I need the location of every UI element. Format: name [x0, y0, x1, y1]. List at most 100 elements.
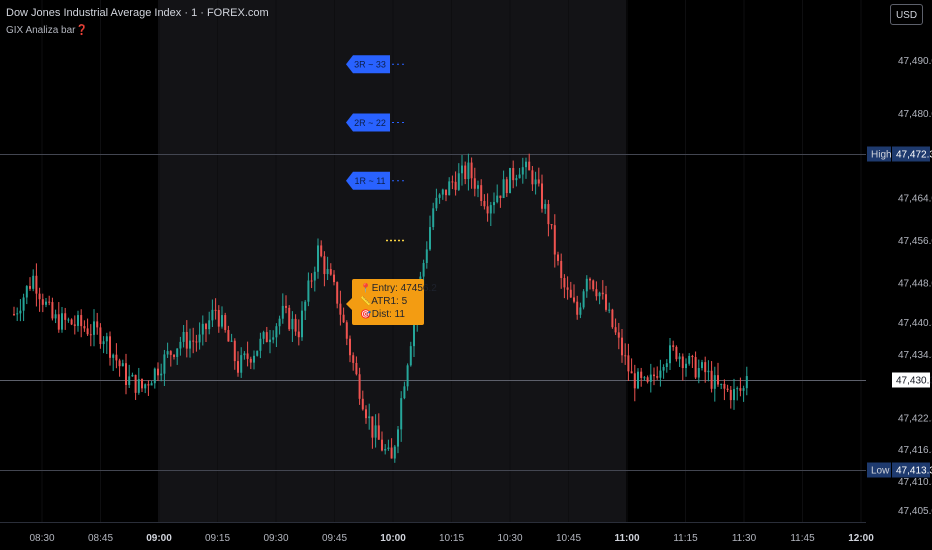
candle-body	[598, 292, 601, 297]
candle-body	[294, 318, 297, 332]
candle-body	[397, 429, 399, 447]
candle-body	[22, 297, 25, 311]
candle-body	[115, 354, 118, 361]
price-tick-label: 47,456.0	[898, 236, 932, 247]
candle-body	[326, 269, 329, 275]
candle-body	[646, 377, 649, 382]
candle-body	[665, 363, 668, 367]
candle-body	[704, 362, 707, 373]
candle-body	[29, 286, 31, 289]
candle-body	[384, 449, 387, 451]
candle-body	[256, 350, 259, 356]
candle-body	[54, 314, 57, 319]
price-tick-label: 47,480.0	[898, 109, 932, 120]
candle-body	[541, 183, 543, 209]
candle-body	[435, 197, 438, 209]
target-label: 2R ~ 22	[354, 118, 386, 128]
candle-body	[537, 179, 540, 184]
candle-body	[563, 278, 566, 288]
candle-body	[147, 384, 150, 386]
candle-body	[291, 318, 294, 330]
candle-body	[19, 310, 22, 314]
candle-body	[656, 376, 659, 378]
candle-body	[301, 310, 303, 338]
atr-text: ATR1: 5	[371, 296, 408, 307]
candle-body	[240, 355, 243, 373]
candle-body	[230, 340, 233, 342]
candle-body	[141, 379, 143, 389]
candle-body	[640, 371, 643, 378]
candle-body	[128, 376, 131, 385]
candle-body	[358, 374, 361, 399]
candle-body	[659, 370, 662, 378]
entry-text: Entry: 47456.2	[371, 283, 437, 294]
candle-body	[317, 245, 319, 272]
candle-body	[310, 280, 313, 282]
candle-body	[515, 178, 518, 181]
candle-body	[662, 366, 665, 371]
candle-body	[259, 338, 262, 351]
candle-body	[742, 388, 745, 391]
candle-body	[701, 362, 703, 369]
symbol-title[interactable]: Dow Jones Industrial Average Index · 1 ·…	[6, 7, 269, 19]
candle-body	[224, 315, 227, 331]
candle-body	[525, 161, 527, 168]
candle-body	[675, 346, 678, 360]
currency-button[interactable]: USD	[890, 4, 923, 25]
dist-text: Dist: 11	[371, 309, 405, 320]
candle-body	[422, 262, 425, 277]
candle-body	[211, 309, 214, 321]
candle-body	[176, 348, 179, 357]
candle-body	[262, 332, 265, 339]
price-tick-label: 47,434.5	[898, 350, 932, 361]
candle-body	[99, 327, 102, 345]
candle-body	[681, 356, 684, 369]
candle-body	[86, 328, 89, 335]
candle-body	[144, 384, 147, 389]
candle-body	[448, 181, 451, 196]
candle-body	[614, 327, 617, 333]
candle-body	[502, 179, 505, 198]
time-axis[interactable]: 08:30 08:45 09:00 09:15 09:30 09:45 10:00 10:15…	[29, 533, 874, 544]
candle-body	[96, 321, 99, 328]
candle-body	[304, 301, 307, 311]
candle-body	[278, 318, 281, 327]
candle-body	[73, 324, 76, 326]
candle-body	[633, 373, 636, 389]
candle-body	[621, 337, 623, 356]
candle-body	[493, 202, 495, 206]
candle-body	[195, 341, 198, 343]
candle-body	[381, 439, 383, 451]
time-tick-label: 10:45	[556, 533, 581, 544]
candle-body	[307, 280, 310, 302]
candle-body	[445, 189, 447, 196]
candle-body	[441, 189, 444, 195]
candle-body	[269, 339, 271, 343]
candle-body	[720, 383, 723, 385]
candle-body	[361, 398, 364, 410]
candle-body	[608, 309, 611, 311]
time-tick-label: 10:00	[380, 533, 406, 544]
candle-body	[288, 307, 291, 330]
candle-body	[198, 334, 201, 343]
candle-body	[499, 195, 502, 198]
price-chart[interactable]: 3R ~ 33 2R ~ 22 1R ~ 11 08:30 08:45 09:00 09:…	[0, 0, 932, 550]
candle-body	[125, 363, 127, 385]
candle-body	[534, 179, 537, 185]
candle-body	[649, 374, 652, 382]
candle-body	[205, 323, 207, 330]
candle-body	[470, 162, 473, 179]
candle-body	[643, 377, 646, 379]
candle-body	[233, 340, 236, 362]
last-value: 47,430.3	[896, 376, 932, 387]
candle-body	[637, 371, 639, 389]
candle-body	[605, 294, 607, 310]
indicator-label[interactable]: GIX Analiza bar❓	[6, 25, 88, 36]
candle-body	[713, 375, 716, 389]
candle-body	[352, 355, 355, 363]
time-tick-label: 09:30	[263, 533, 288, 544]
candle-body	[349, 338, 351, 356]
candle-body	[521, 167, 524, 175]
price-tick-label: 47,416.5	[898, 445, 932, 456]
candle-body	[576, 301, 579, 315]
